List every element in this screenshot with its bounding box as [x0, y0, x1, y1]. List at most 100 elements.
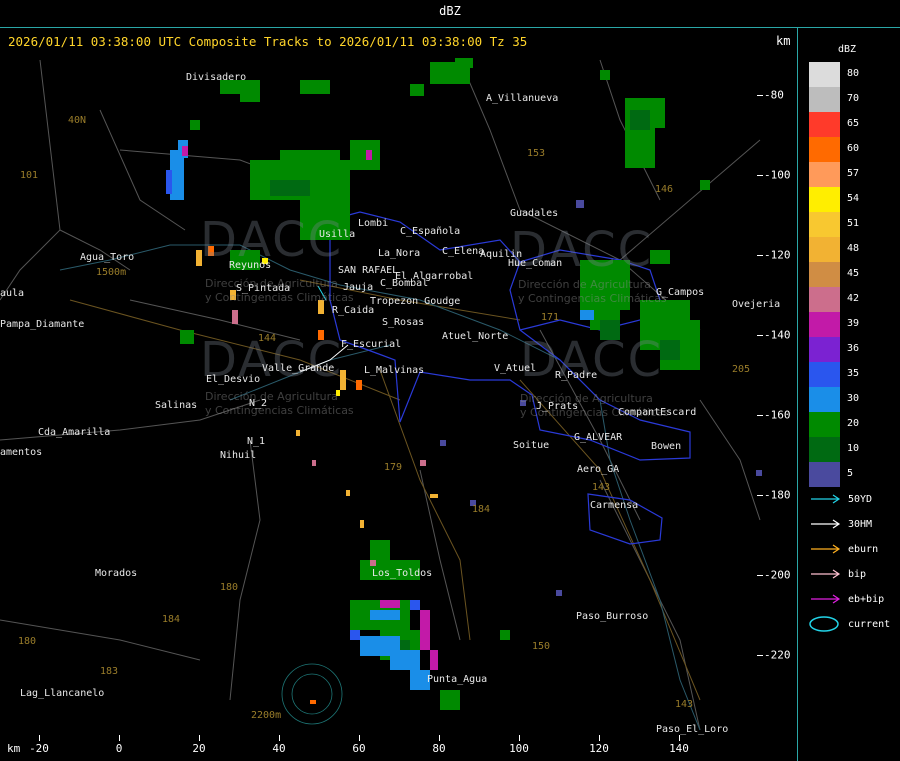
legend-swatch — [809, 312, 840, 337]
place-label: C_Bombal — [380, 278, 429, 289]
x-tick: 20 — [192, 742, 206, 755]
legend-label: 39 — [847, 318, 860, 329]
place-label: N_2 — [249, 398, 268, 409]
place-label: C_Elena — [442, 246, 485, 257]
x-tick: 140 — [669, 742, 689, 755]
place-label: Pampa_Diamante — [0, 319, 85, 330]
y-tick: -120 — [764, 248, 791, 262]
route-label: 179 — [384, 462, 403, 473]
legend-swatch — [809, 437, 840, 462]
place-label: Valle_Grande — [262, 363, 335, 374]
place-label: S_Rosas — [382, 317, 425, 328]
route-label: 143 — [592, 482, 611, 493]
legend-swatch — [809, 337, 840, 362]
legend-label: 5 — [847, 468, 854, 479]
elevation-label: 1500m — [96, 267, 127, 278]
arrow-icon — [811, 519, 841, 529]
place-label: El_Desvio — [206, 374, 261, 385]
place-label: Jauja — [343, 282, 374, 293]
legend-swatch — [809, 187, 840, 212]
radar-map[interactable]: DACC DACC DACC DACC Dirección de Agricul… — [0, 52, 780, 736]
arrow-icon — [811, 569, 841, 579]
route-label: 150 — [532, 641, 551, 652]
legend-swatch — [809, 212, 840, 237]
track-legend-row: current — [809, 616, 890, 632]
x-tick: 0 — [115, 742, 123, 755]
legend-swatch — [809, 112, 840, 137]
y-tick: -160 — [764, 408, 791, 422]
place-label: Lombi — [358, 218, 389, 229]
place-label: Punta_Agua — [427, 674, 488, 685]
legend-swatch — [809, 412, 840, 437]
track-legend-label: eburn — [848, 544, 879, 555]
route-label: 205 — [732, 364, 751, 375]
place-label: A_Villanueva — [486, 93, 559, 104]
units-label: km — [776, 34, 791, 48]
legend-swatch — [809, 387, 840, 412]
frame-right-divider — [797, 28, 798, 761]
place-label: G_ALVEAR — [574, 432, 623, 443]
x-tick: -20 — [29, 742, 49, 755]
place-label: Tropezon Goudge — [370, 296, 461, 307]
place-label: La_Nora — [378, 248, 421, 259]
legend-label: 60 — [847, 143, 860, 154]
legend-label: 30 — [847, 393, 860, 404]
route-label: 183 — [100, 666, 119, 677]
route-label: 184 — [162, 614, 181, 625]
legend-label: 20 — [847, 418, 860, 429]
place-label: Carmensa — [590, 500, 639, 511]
legend-label: 10 — [847, 443, 860, 454]
legend-label: 48 — [847, 243, 860, 254]
legend-swatch — [809, 162, 840, 187]
place-label: Paso_Burroso — [576, 611, 649, 622]
elevation-label: 2200m — [251, 710, 282, 721]
route-label: 101 — [20, 170, 39, 181]
place-label: Bowen — [651, 441, 682, 452]
legend-swatch — [809, 262, 840, 287]
place-label: Morados — [95, 568, 138, 579]
place-label: R_Caida — [332, 305, 375, 316]
legend-label: 51 — [847, 218, 860, 229]
legend-swatch — [809, 462, 840, 487]
place-label: S_Pintada — [236, 283, 291, 294]
track-legend-row: eburn — [809, 541, 878, 557]
route-label: 153 — [527, 148, 546, 159]
route-label: 40N — [68, 115, 87, 126]
track-legend-label: current — [848, 619, 891, 630]
legend-label: 65 — [847, 118, 860, 129]
place-label: C_Española — [400, 226, 461, 237]
y-tick: -180 — [764, 488, 791, 502]
place-label: Atuel_Norte — [442, 331, 509, 342]
legend-label: 80 — [847, 68, 860, 79]
legend-swatch — [809, 362, 840, 387]
track-legend-row: bip — [809, 566, 866, 582]
y-tick: -220 — [764, 648, 791, 662]
place-label: R_Padre — [555, 370, 598, 381]
place-label: Cda_Amarilla — [38, 427, 111, 438]
x-tick: 80 — [432, 742, 446, 755]
legend-swatch — [809, 87, 840, 112]
place-label: Paso_El_Loro — [656, 724, 729, 735]
x-tick: 120 — [589, 742, 609, 755]
legend-label: 57 — [847, 168, 860, 179]
place-label: Divisadero — [186, 72, 247, 83]
composite-header: 2026/01/11 03:38:00 UTC Composite Tracks… — [8, 34, 528, 49]
place-label: F_Escurial — [341, 339, 402, 350]
arrow-icon — [811, 494, 841, 504]
frame-top-divider — [0, 27, 900, 28]
place-label: aula — [0, 288, 25, 299]
y-tick: -200 — [764, 568, 791, 582]
x-tick: 40 — [272, 742, 286, 755]
legend-swatch — [809, 62, 840, 87]
place-label: Salinas — [155, 400, 198, 411]
place-label: Usilla — [319, 229, 356, 240]
y-tick: -80 — [764, 88, 784, 102]
place-label: N_1 — [247, 436, 266, 447]
route-label: 180 — [18, 636, 37, 647]
y-tick: -140 — [764, 328, 791, 342]
place-label: J_Prats — [536, 401, 579, 412]
place-label: Ovejeria — [732, 299, 781, 310]
track-legend-label: bip — [848, 569, 867, 580]
legend-label: 35 — [847, 368, 860, 379]
legend-label: 42 — [847, 293, 860, 304]
